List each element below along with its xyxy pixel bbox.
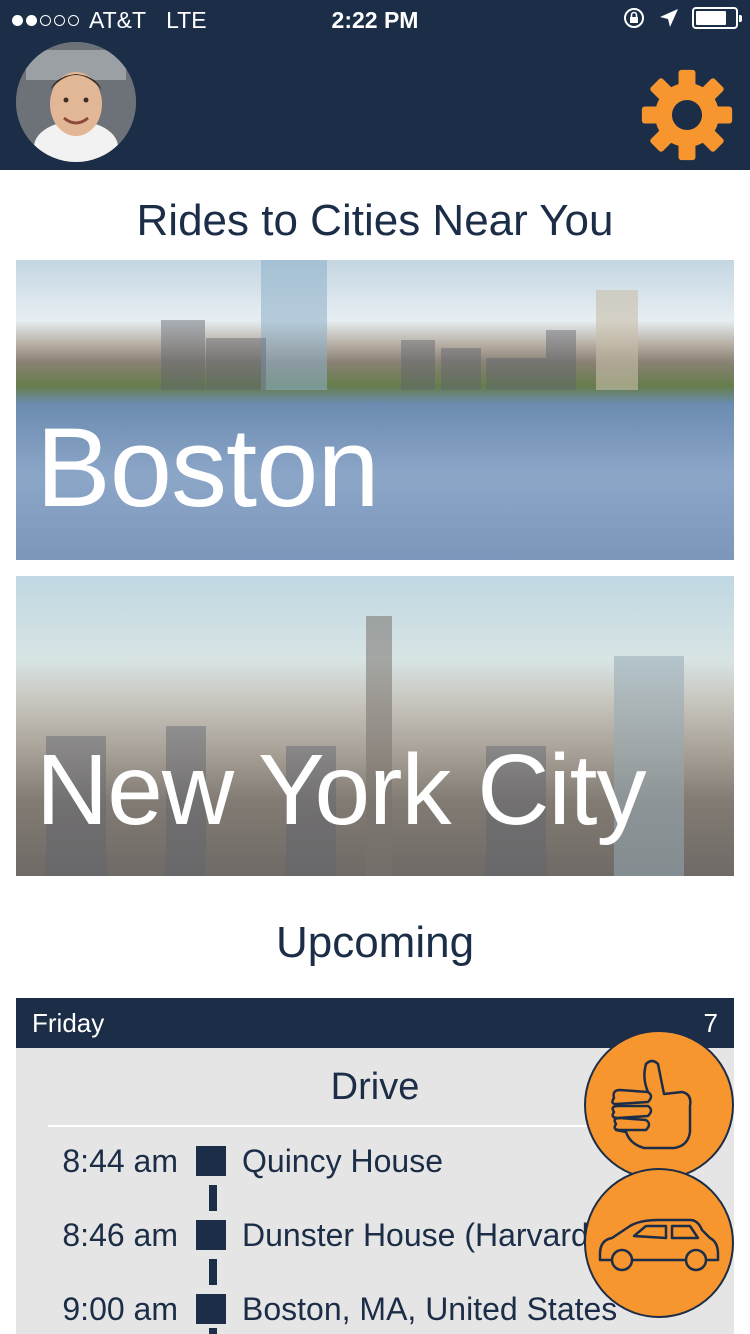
rotation-lock-icon — [624, 8, 644, 28]
car-icon — [598, 1218, 720, 1272]
city-name: Boston — [36, 405, 380, 530]
profile-photo-icon — [16, 42, 136, 162]
status-right — [622, 6, 742, 30]
avatar[interactable] — [16, 42, 136, 162]
stop-place: Quincy House — [242, 1142, 443, 1179]
status-bar: AT&T LTE 2:22 PM — [0, 0, 750, 40]
app-header — [0, 40, 750, 170]
drive-ride-button[interactable] — [584, 1168, 734, 1318]
thumbs-up-icon — [611, 1059, 692, 1150]
hitch-ride-button[interactable] — [584, 1030, 734, 1180]
route-connector — [209, 1328, 217, 1334]
upcoming-section-title: Upcoming — [275, 918, 475, 967]
gear-icon[interactable] — [640, 68, 734, 162]
route-connector — [209, 1259, 217, 1285]
route-connector — [209, 1185, 217, 1211]
rides-section-title: Rides to Cities Near You — [136, 196, 614, 245]
stop-marker-icon — [196, 1294, 226, 1324]
city-name: New York City — [36, 734, 646, 846]
stop-place: Boston, MA, United States — [242, 1290, 618, 1327]
day-label: Friday — [32, 1007, 105, 1038]
battery-icon — [692, 7, 742, 29]
stop-time: 9:00 am — [62, 1290, 178, 1327]
location-icon — [660, 9, 678, 27]
stop-marker-icon — [196, 1220, 226, 1250]
stop-place: Dunster House (Harvard — [242, 1216, 589, 1253]
stop-time: 8:44 am — [62, 1142, 178, 1179]
city-card-new-york-city[interactable]: New York City — [16, 576, 734, 876]
stop-marker-icon — [196, 1146, 226, 1176]
stop-time: 8:46 am — [62, 1216, 178, 1253]
city-card-boston[interactable]: Boston — [16, 260, 734, 560]
